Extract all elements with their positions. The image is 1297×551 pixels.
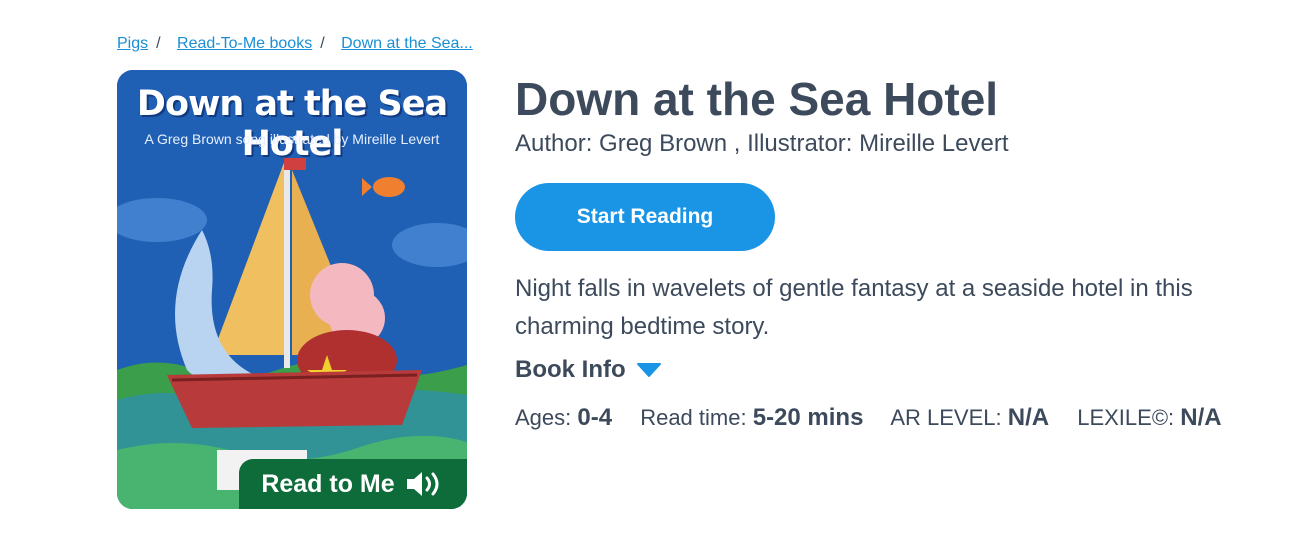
meta-ar-level: AR LEVEL: N/A [890,404,1050,431]
breadcrumb-link-current-book[interactable]: Down at the Sea... [341,35,473,52]
breadcrumb: Pigs / Read-To-Me books / Down at the Sea.… [117,35,473,53]
book-cover[interactable]: Down at the Sea Hotel A Greg Brown song … [117,70,467,509]
meta-read-time: Read time: 5-20 mins [640,404,864,431]
breadcrumb-separator: / [156,35,161,52]
book-metadata: Ages: 0-4 Read time: 5-20 mins AR LEVEL:… [515,404,1244,432]
cover-subtitle: A Greg Brown song illustrated by Mireill… [144,131,440,147]
read-to-me-badge[interactable]: Read to Me [239,459,467,509]
breadcrumb-separator: / [320,35,325,52]
start-reading-button[interactable]: Start Reading [515,183,775,251]
meta-ages: Ages: 0-4 [515,404,613,431]
book-authors: Author: Greg Brown , Illustrator: Mireil… [515,130,1009,157]
breadcrumb-link-read-to-me[interactable]: Read-To-Me books [177,35,312,52]
book-info-label: Book Info [515,356,626,383]
book-title: Down at the Sea Hotel [515,73,999,125]
speaker-icon [406,472,439,496]
cover-title: Down at the Sea Hotel [136,84,448,164]
chevron-down-icon [636,363,661,377]
book-info-toggle[interactable]: Book Info [515,356,662,384]
read-to-me-label: Read to Me [261,469,395,498]
breadcrumb-link-pigs[interactable]: Pigs [117,35,148,52]
meta-lexile: LEXILE©: N/A [1077,404,1222,431]
book-description: Night falls in wavelets of gentle fantas… [515,275,1193,340]
